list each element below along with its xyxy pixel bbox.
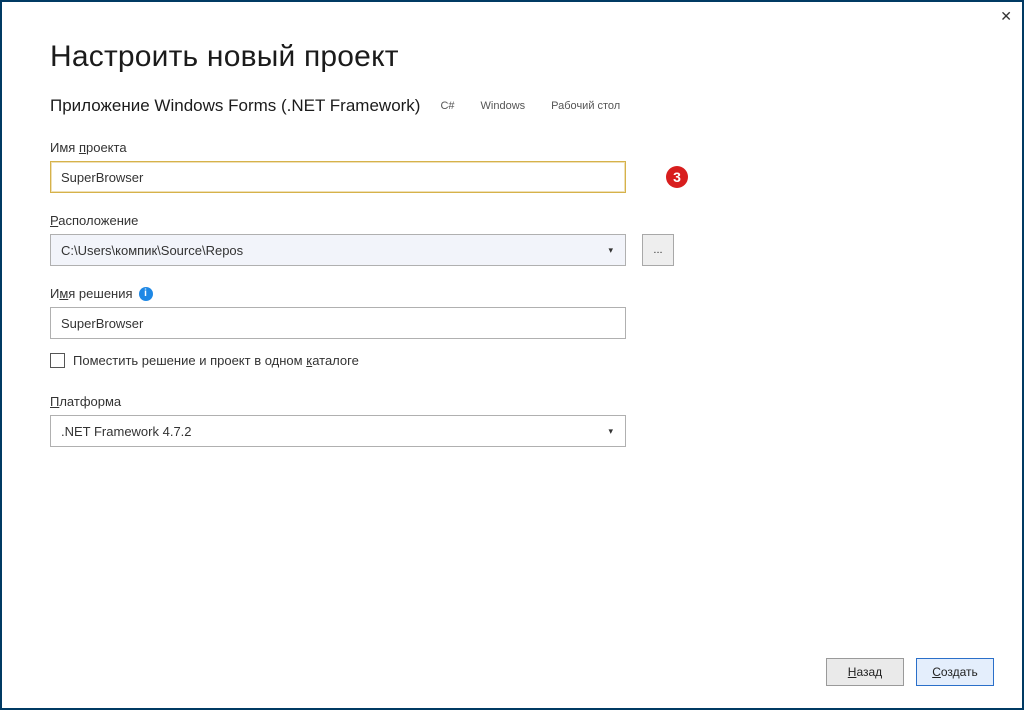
info-icon[interactable]: i bbox=[139, 287, 153, 301]
annotation-badge: 3 bbox=[666, 166, 688, 188]
template-tag: Рабочий стол bbox=[545, 97, 626, 115]
project-name-field: Имя проекта 3 bbox=[50, 140, 974, 193]
browse-button[interactable]: ... bbox=[642, 234, 674, 266]
template-header: Приложение Windows Forms (.NET Framework… bbox=[50, 96, 974, 116]
template-tag: Windows bbox=[475, 97, 532, 115]
same-directory-label: Поместить решение и проект в одном катал… bbox=[73, 353, 359, 368]
project-name-input[interactable] bbox=[50, 161, 626, 193]
solution-name-field: Имя решения i bbox=[50, 286, 974, 339]
project-name-label: Имя проекта bbox=[50, 140, 974, 155]
solution-name-input[interactable] bbox=[50, 307, 626, 339]
template-name: Приложение Windows Forms (.NET Framework… bbox=[50, 96, 420, 116]
location-field: Расположение C:\Users\компик\Source\Repo… bbox=[50, 213, 974, 266]
framework-value: .NET Framework 4.7.2 bbox=[61, 424, 192, 439]
template-tag: C# bbox=[434, 97, 460, 115]
location-combo[interactable]: C:\Users\компик\Source\Repos ▾ bbox=[50, 234, 626, 266]
page-title: Настроить новый проект bbox=[50, 40, 974, 74]
close-icon[interactable]: ✕ bbox=[1000, 8, 1012, 25]
chevron-down-icon: ▾ bbox=[608, 426, 615, 437]
dialog-window: ✕ Настроить новый проект Приложение Wind… bbox=[0, 0, 1024, 710]
location-label: Расположение bbox=[50, 213, 974, 228]
chevron-down-icon: ▾ bbox=[608, 245, 615, 256]
titlebar: ✕ bbox=[2, 2, 1022, 30]
same-directory-checkbox[interactable] bbox=[50, 353, 65, 368]
create-button[interactable]: Создать bbox=[916, 658, 994, 686]
framework-field: Платформа .NET Framework 4.7.2 ▾ bbox=[50, 394, 974, 447]
same-directory-row: Поместить решение и проект в одном катал… bbox=[50, 353, 974, 368]
dialog-content: Настроить новый проект Приложение Window… bbox=[2, 30, 1022, 447]
dialog-footer: Назад Создать bbox=[826, 658, 994, 686]
framework-combo[interactable]: .NET Framework 4.7.2 ▾ bbox=[50, 415, 626, 447]
back-button[interactable]: Назад bbox=[826, 658, 904, 686]
framework-label: Платформа bbox=[50, 394, 974, 409]
location-value: C:\Users\компик\Source\Repos bbox=[61, 243, 243, 258]
solution-name-label: Имя решения i bbox=[50, 286, 974, 301]
